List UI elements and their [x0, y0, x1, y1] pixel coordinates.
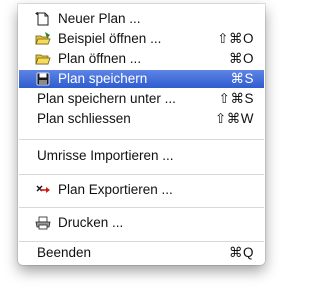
floppy-disk-icon — [35, 71, 51, 87]
menu-item-close-plan[interactable]: Plan schliessen ⇧⌘W — [18, 110, 265, 128]
printer-icon — [35, 215, 51, 231]
menu-item-label: Plan öffnen ... — [58, 51, 142, 66]
shortcut-label: ⌘S — [230, 71, 254, 86]
menu-item-import-outlines[interactable]: Umrisse Importieren ... — [18, 147, 265, 165]
menu-item-open-example[interactable]: Beispiel öffnen ... ⇧⌘O — [18, 30, 265, 48]
new-document-icon — [35, 11, 51, 27]
file-menu: Neuer Plan ... Beispiel öffnen ... ⇧⌘O P… — [18, 4, 265, 265]
export-arrow-icon — [35, 182, 51, 198]
open-folder-icon — [35, 51, 51, 67]
menu-item-label: Plan speichern — [58, 71, 148, 86]
menu-item-label: Beispiel öffnen ... — [58, 31, 162, 46]
menu-item-label: Drucken ... — [58, 215, 124, 230]
open-example-folder-icon — [35, 31, 51, 47]
menu-item-label: Neuer Plan ... — [58, 11, 141, 26]
menu-item-print[interactable]: Drucken ... — [18, 214, 265, 232]
menu-item-save-plan-as[interactable]: Plan speichern unter ... ⇧⌘S — [18, 90, 265, 108]
shortcut-label: ⇧⌘O — [217, 31, 254, 46]
menu-item-save-plan[interactable]: Plan speichern ⌘S — [19, 70, 264, 88]
menu-item-new-plan[interactable]: Neuer Plan ... — [18, 10, 265, 28]
menu-separator — [19, 174, 264, 175]
menu-item-label: Beenden — [37, 245, 92, 260]
menu-separator — [19, 207, 264, 208]
menu-item-label: Plan speichern unter ... — [37, 91, 176, 106]
menu-separator — [19, 139, 264, 140]
menu-item-quit[interactable]: Beenden ⌘Q — [18, 244, 265, 262]
menu-item-export-plan[interactable]: Plan Exportieren ... — [18, 181, 265, 199]
shortcut-label: ⌘Q — [228, 245, 254, 260]
menu-item-label: Plan Exportieren ... — [58, 182, 173, 197]
menu-separator — [19, 241, 264, 242]
menu-item-open-plan[interactable]: Plan öffnen ... ⌘O — [18, 50, 265, 68]
menu-item-label: Umrisse Importieren ... — [37, 148, 174, 163]
menu-item-label: Plan schliessen — [37, 111, 131, 126]
shortcut-label: ⌘O — [228, 51, 254, 66]
shortcut-label: ⇧⌘W — [214, 111, 254, 126]
shortcut-label: ⇧⌘S — [218, 91, 254, 106]
